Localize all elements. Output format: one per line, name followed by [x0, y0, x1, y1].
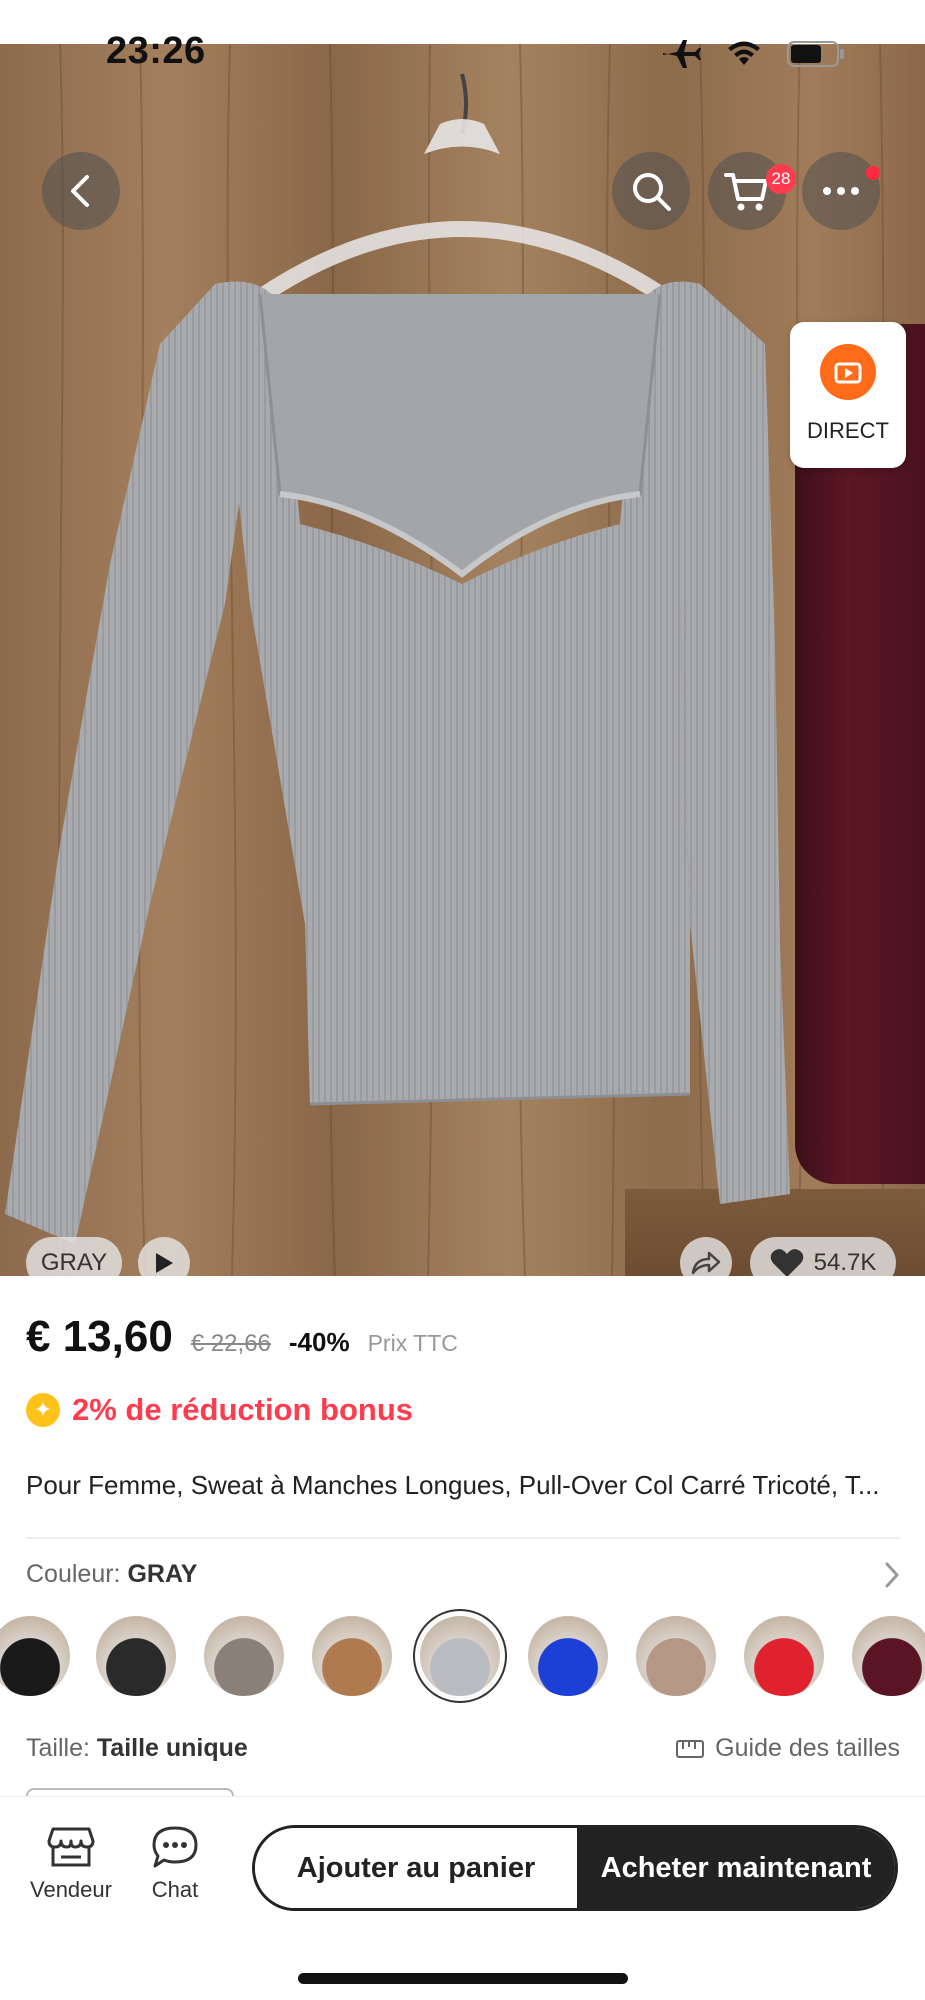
color-label-wrap: Couleur: GRAY — [26, 1560, 197, 1589]
live-button[interactable]: DIRECT — [790, 322, 906, 468]
color-label: Couleur: — [26, 1560, 128, 1588]
color-swatch-gray[interactable] — [418, 1614, 502, 1698]
back-button[interactable] — [42, 152, 120, 230]
chevron-right-icon — [885, 1562, 900, 1587]
share-icon — [691, 1251, 721, 1275]
gray-sweater — [5, 281, 790, 1244]
status-time: 23:26 — [106, 30, 206, 72]
discount-badge: -40% — [288, 1327, 350, 1357]
color-swatches — [0, 1614, 925, 1700]
tax-note: Prix TTC — [367, 1330, 458, 1356]
live-label: DIRECT — [807, 418, 889, 443]
heart-icon — [770, 1249, 803, 1276]
search-icon — [633, 173, 671, 211]
size-label-wrap: Taille: Taille unique — [26, 1734, 248, 1763]
more-button[interactable] — [802, 152, 880, 230]
airplane-icon — [663, 40, 701, 68]
battery-icon — [787, 41, 844, 67]
color-swatch-blue[interactable] — [526, 1614, 610, 1698]
ruler-icon — [676, 1739, 705, 1758]
chevron-left-icon — [71, 175, 89, 207]
color-selector-header[interactable]: Couleur: GRAY — [26, 1560, 900, 1589]
bottom-action-bar: Vendeur Chat Ajouter au panier Acheter m… — [0, 1796, 925, 2000]
color-swatch-camel[interactable] — [310, 1614, 394, 1698]
selected-color-tag: GRAY — [26, 1237, 122, 1276]
size-row: Taille: Taille unique Guide des tailles — [26, 1734, 900, 1763]
size-guide-label: Guide des tailles — [715, 1734, 900, 1762]
size-label: Taille: — [26, 1734, 97, 1762]
purchase-actions: Ajouter au panier Acheter maintenant — [252, 1825, 898, 1911]
chat-label: Chat — [151, 1877, 199, 1902]
status-bar: 23:26 — [0, 0, 925, 72]
seller-button[interactable]: Vendeur — [30, 1825, 112, 1903]
size-guide-link[interactable]: Guide des tailles — [675, 1734, 900, 1763]
seller-label: Vendeur — [30, 1877, 112, 1902]
current-price: € 13,60 — [26, 1312, 173, 1361]
chat-icon — [152, 1826, 198, 1868]
color-swatch-black[interactable] — [94, 1614, 178, 1698]
coin-icon: ✦ — [26, 1393, 60, 1427]
original-price: € 22,66 — [190, 1330, 271, 1357]
color-swatch-taupe[interactable] — [202, 1614, 286, 1698]
buy-now-button[interactable]: Acheter maintenant — [577, 1828, 895, 1908]
search-button[interactable] — [612, 152, 690, 230]
wifi-icon — [728, 41, 760, 65]
bonus-text: 2% de réduction bonus — [72, 1392, 414, 1427]
status-icons — [661, 38, 845, 70]
cart-count-badge: 28 — [766, 164, 796, 194]
add-to-cart-button[interactable]: Ajouter au panier — [255, 1828, 577, 1908]
color-swatch-burgundy[interactable] — [850, 1614, 925, 1698]
price-row: € 13,60 € 22,66 -40% Prix TTC — [26, 1312, 458, 1362]
play-icon — [156, 1253, 173, 1273]
like-button[interactable]: 54.7K — [750, 1237, 896, 1276]
product-image[interactable]: 28 DIRECT GRAY 54.7K — [0, 44, 925, 1276]
notification-dot — [866, 166, 880, 180]
size-value: Taille unique — [96, 1734, 248, 1762]
more-icon — [823, 187, 859, 195]
live-icon — [820, 344, 876, 400]
chat-button[interactable]: Chat — [150, 1825, 200, 1903]
color-swatch-white-black[interactable] — [0, 1614, 72, 1698]
bonus-row[interactable]: ✦ 2% de réduction bonus — [26, 1392, 413, 1428]
color-value: GRAY — [127, 1560, 198, 1588]
color-swatch-red[interactable] — [742, 1614, 826, 1698]
cart-icon — [724, 173, 768, 211]
store-icon — [47, 1827, 95, 1867]
divider — [26, 1537, 900, 1539]
home-indicator[interactable] — [298, 1973, 628, 1984]
product-title[interactable]: Pour Femme, Sweat à Manches Longues, Pul… — [26, 1470, 900, 1501]
color-swatch-beige[interactable] — [634, 1614, 718, 1698]
like-count: 54.7K — [813, 1249, 877, 1276]
